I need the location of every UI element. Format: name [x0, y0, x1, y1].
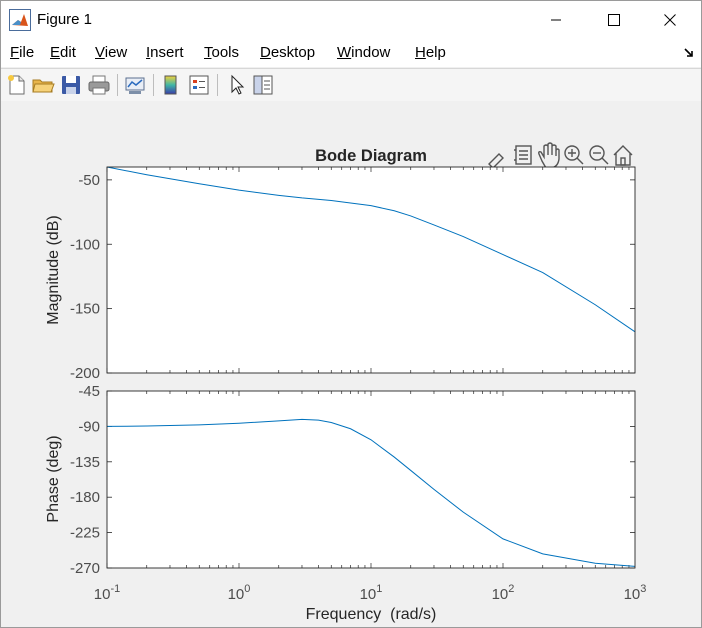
zoom-in-icon[interactable] — [564, 145, 584, 165]
menu-tools[interactable]: Tools — [204, 44, 239, 61]
menu-file[interactable]: File — [10, 44, 34, 61]
phase-axes[interactable]: -45 -90 -135 -180 -225 -270 Phase (deg) — [45, 383, 636, 577]
menu-label-rest: ile — [19, 44, 35, 61]
figure-toolbar — [1, 68, 701, 102]
menu-edit[interactable]: Edit — [50, 44, 76, 61]
y-tick-label: -270 — [70, 560, 100, 577]
insert-legend-icon[interactable] — [187, 73, 211, 97]
maximize-icon — [608, 14, 620, 26]
link-plot-icon[interactable] — [123, 73, 147, 97]
x-tick-label: 10-1 — [94, 583, 120, 603]
y-tick-label: -180 — [70, 489, 100, 506]
x-tick-labels: 10-1 100 101 102 103 — [94, 583, 647, 603]
menu-mnemonic: E — [50, 44, 61, 61]
toolbar-separator — [117, 74, 118, 96]
menu-label-rest: dit — [60, 44, 76, 61]
menu-label-rest: iew — [104, 44, 128, 61]
y-tick-label: -225 — [70, 525, 100, 542]
property-inspector-icon[interactable] — [251, 73, 275, 97]
menu-mnemonic: V — [95, 44, 105, 61]
chart-title: Bode Diagram — [315, 147, 427, 165]
menu-label-rest: elp — [425, 44, 446, 61]
menu-label-rest: nsert — [150, 44, 184, 61]
toolbar-separator — [153, 74, 154, 96]
menu-help[interactable]: Help — [415, 44, 446, 61]
menu-mnemonic: W — [337, 44, 352, 61]
title-bar: Figure 1 — [1, 1, 701, 39]
zoom-out-icon[interactable] — [589, 145, 609, 165]
x-tick-label: 103 — [624, 583, 647, 603]
y-tick-label: -100 — [70, 236, 100, 253]
maximize-button[interactable] — [591, 1, 637, 39]
bode-plot[interactable]: Bode Diagram -50 -100 -150 -200 Magnitude (… — [1, 101, 701, 627]
menu-mnemonic: T — [204, 44, 212, 61]
pan-hand-icon[interactable] — [538, 142, 560, 169]
magnitude-axes-background — [107, 167, 635, 373]
y-tick-label: -90 — [78, 418, 100, 435]
close-button[interactable] — [647, 1, 693, 39]
y-tick-label: -135 — [70, 454, 100, 471]
magnitude-axes[interactable]: -50 -100 -150 -200 Magnitude (dB) — [45, 166, 636, 382]
edit-plot-arrow-icon[interactable] — [225, 73, 249, 97]
x-axis-label: Frequency (rad/s) — [306, 606, 437, 623]
menu-label-rest: indow — [351, 44, 391, 61]
insert-colorbar-icon[interactable] — [159, 73, 183, 97]
window-title: Figure 1 — [37, 11, 93, 28]
menu-bar: File Edit View Insert Tools Desktop Wind… — [1, 39, 701, 67]
open-file-icon[interactable] — [31, 73, 55, 97]
y-tick-label: -200 — [70, 365, 100, 382]
menu-label-rest: esktop — [270, 44, 316, 61]
menu-desktop[interactable]: Desktop — [260, 44, 315, 61]
figure-canvas: Bode Diagram -50 -100 -150 -200 Magnitude (… — [1, 101, 701, 627]
menu-mnemonic: H — [415, 44, 426, 61]
menu-view[interactable]: View — [95, 44, 127, 61]
menu-mnemonic: F — [10, 44, 20, 61]
data-tips-icon[interactable] — [514, 145, 532, 165]
restore-view-home-icon[interactable] — [613, 145, 633, 166]
x-tick-label: 102 — [492, 583, 515, 603]
menu-window[interactable]: Window — [337, 44, 390, 61]
toolbar-separator — [217, 74, 218, 96]
minimize-icon — [551, 19, 561, 21]
phase-axes-background — [107, 391, 635, 568]
y-tick-label: -45 — [78, 383, 100, 400]
menu-insert[interactable]: Insert — [146, 44, 184, 61]
new-figure-icon[interactable] — [5, 73, 29, 97]
y-tick-label: -150 — [70, 301, 100, 318]
print-icon[interactable] — [87, 73, 111, 97]
dock-figure-icon[interactable] — [683, 47, 695, 59]
minimize-button[interactable] — [533, 1, 579, 39]
x-tick-label: 101 — [360, 583, 383, 603]
menu-mnemonic: D — [260, 44, 271, 61]
axes-toolbar — [486, 142, 633, 171]
close-icon — [664, 14, 676, 26]
x-tick-label: 100 — [228, 583, 251, 603]
save-icon[interactable] — [59, 73, 83, 97]
menu-label-rest: ools — [211, 44, 240, 61]
phase-ylabel: Phase (deg) — [45, 435, 62, 522]
figure-window: Figure 1 File Edit View Insert Tools Des… — [0, 0, 702, 628]
magnitude-ylabel: Magnitude (dB) — [45, 215, 62, 324]
matlab-logo-icon — [9, 9, 31, 31]
y-tick-label: -50 — [78, 172, 100, 189]
